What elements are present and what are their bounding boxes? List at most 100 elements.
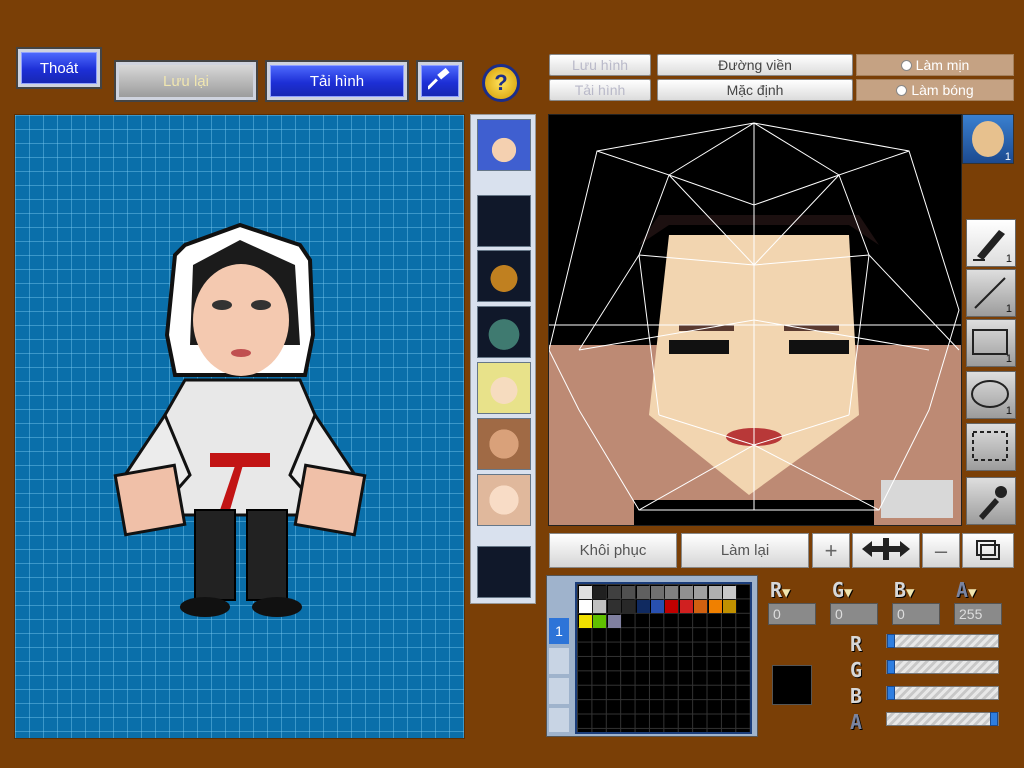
b-label: B▼ bbox=[894, 578, 915, 602]
reload-button[interactable]: Tải hình bbox=[267, 62, 407, 100]
palette-swatch[interactable] bbox=[723, 586, 736, 599]
palette-tab-2[interactable] bbox=[549, 648, 569, 674]
palette-swatch[interactable] bbox=[622, 600, 636, 614]
color-palette-grid[interactable] bbox=[575, 582, 752, 734]
palette-tab-3[interactable] bbox=[549, 678, 569, 704]
r-slider[interactable] bbox=[886, 634, 999, 648]
part-thumb-straw-hat[interactable] bbox=[477, 250, 531, 302]
r-slider-label: R bbox=[850, 632, 863, 656]
smooth-radio[interactable] bbox=[900, 59, 912, 71]
default-button[interactable]: Mặc định bbox=[657, 79, 853, 101]
character-figure bbox=[113, 222, 367, 617]
selected-color-swatch bbox=[772, 665, 812, 705]
b-channel-label: B bbox=[894, 578, 907, 602]
part-thumb-empty-2[interactable] bbox=[477, 546, 531, 598]
restore-button[interactable]: Khôi phục bbox=[549, 533, 677, 568]
shine-toggle[interactable]: Làm bóng bbox=[856, 79, 1014, 101]
palette-tab-1[interactable]: 1 bbox=[549, 618, 569, 644]
save-image-button[interactable]: Lưu hình bbox=[549, 54, 651, 76]
part-thumb-pale-face[interactable] bbox=[477, 474, 531, 526]
pen-tool[interactable]: 1 bbox=[966, 219, 1016, 267]
smooth-toggle[interactable]: Làm mịn bbox=[856, 54, 1014, 76]
marquee-icon bbox=[967, 431, 1013, 472]
r-slider-knob[interactable] bbox=[887, 634, 895, 648]
a-slider-knob[interactable] bbox=[990, 712, 998, 726]
ellipse-tool[interactable]: 1 bbox=[966, 371, 1016, 419]
palette-swatch[interactable] bbox=[708, 600, 722, 614]
b-slider[interactable] bbox=[886, 686, 999, 700]
part-thumb-monster[interactable] bbox=[477, 306, 531, 358]
g-slider[interactable] bbox=[886, 660, 999, 674]
shine-radio[interactable] bbox=[896, 84, 908, 96]
a-slider[interactable] bbox=[886, 712, 999, 726]
line-tool[interactable]: 1 bbox=[966, 269, 1016, 317]
part-thumb-girl-face[interactable] bbox=[477, 362, 531, 414]
palette-swatch[interactable] bbox=[651, 600, 664, 614]
b-value-field[interactable]: 0 bbox=[892, 603, 940, 625]
palette-swatch[interactable] bbox=[607, 600, 621, 614]
hammer-button[interactable] bbox=[418, 62, 462, 100]
g-slider-label: G bbox=[850, 658, 863, 682]
face-texture-editor[interactable] bbox=[548, 114, 962, 526]
r-label: R▼ bbox=[770, 578, 791, 602]
palette-swatch[interactable] bbox=[593, 600, 607, 614]
palette-swatch[interactable] bbox=[723, 600, 736, 614]
redo-button[interactable]: Làm lại bbox=[681, 533, 809, 568]
part-thumb-empty[interactable] bbox=[477, 195, 531, 247]
help-icon[interactable]: ? bbox=[482, 64, 520, 102]
palette-swatch[interactable] bbox=[694, 600, 708, 614]
shine-label: Làm bóng bbox=[911, 82, 974, 98]
b-slider-knob[interactable] bbox=[887, 686, 895, 700]
face-mesh-overlay bbox=[549, 115, 961, 525]
b-slider-label: B bbox=[850, 684, 863, 708]
part-selector-strip bbox=[470, 114, 536, 604]
bald-face-icon bbox=[972, 121, 1004, 157]
part-thumb-tan-face[interactable] bbox=[477, 418, 531, 470]
palette-swatch[interactable] bbox=[679, 600, 693, 614]
palette-swatch[interactable] bbox=[636, 586, 650, 599]
palette-swatch[interactable] bbox=[593, 586, 607, 599]
a-label: A▼ bbox=[956, 578, 977, 602]
selection-tool[interactable] bbox=[966, 423, 1016, 471]
palette-swatch[interactable] bbox=[665, 586, 679, 599]
palette-swatch[interactable] bbox=[708, 586, 722, 599]
palette-swatch[interactable] bbox=[579, 600, 592, 614]
g-value-field[interactable]: 0 bbox=[830, 603, 878, 625]
palette-swatch[interactable] bbox=[694, 586, 708, 599]
face-layer-button[interactable]: 1 bbox=[962, 114, 1014, 164]
g-slider-knob[interactable] bbox=[887, 660, 895, 674]
plus-icon: + bbox=[824, 537, 838, 563]
part-thumb-blue-hair[interactable] bbox=[477, 119, 531, 171]
layers-icon bbox=[973, 537, 1003, 565]
zoom-in-button[interactable]: + bbox=[812, 533, 850, 568]
save-button[interactable]: Lưu lại bbox=[116, 62, 256, 100]
a-value-field[interactable]: 255 bbox=[954, 603, 1002, 625]
character-preview-canvas[interactable] bbox=[14, 114, 465, 739]
palette-swatch[interactable] bbox=[607, 586, 621, 599]
eyedropper-tool[interactable] bbox=[966, 477, 1016, 525]
eyedropper-icon bbox=[967, 486, 1013, 526]
load-image-button[interactable]: Tải hình bbox=[549, 79, 651, 101]
outline-button[interactable]: Đường viền bbox=[657, 54, 853, 76]
pen-count: 1 bbox=[1005, 253, 1012, 265]
zoom-out-button[interactable]: – bbox=[922, 533, 960, 568]
palette-swatch[interactable] bbox=[665, 600, 679, 614]
smooth-label: Làm mịn bbox=[915, 57, 970, 73]
exit-button[interactable]: Thoát bbox=[18, 49, 100, 87]
r-value-field[interactable]: 0 bbox=[768, 603, 816, 625]
palette-swatch[interactable] bbox=[579, 586, 592, 599]
move-button[interactable] bbox=[852, 533, 920, 568]
palette-swatch[interactable] bbox=[651, 586, 664, 599]
palette-swatch[interactable] bbox=[679, 586, 693, 599]
rectangle-tool[interactable]: 1 bbox=[966, 319, 1016, 367]
palette-swatch[interactable] bbox=[579, 614, 592, 628]
palette-tab-4[interactable] bbox=[549, 708, 569, 732]
palette-swatch[interactable] bbox=[622, 586, 636, 599]
face-layer-count: 1 bbox=[1004, 151, 1011, 163]
r-channel-label: R bbox=[770, 578, 783, 602]
palette-swatch[interactable] bbox=[607, 614, 621, 628]
move-arrows-icon bbox=[858, 536, 914, 566]
palette-swatch[interactable] bbox=[636, 600, 650, 614]
palette-swatch[interactable] bbox=[593, 614, 607, 628]
layer-button[interactable] bbox=[962, 533, 1014, 568]
